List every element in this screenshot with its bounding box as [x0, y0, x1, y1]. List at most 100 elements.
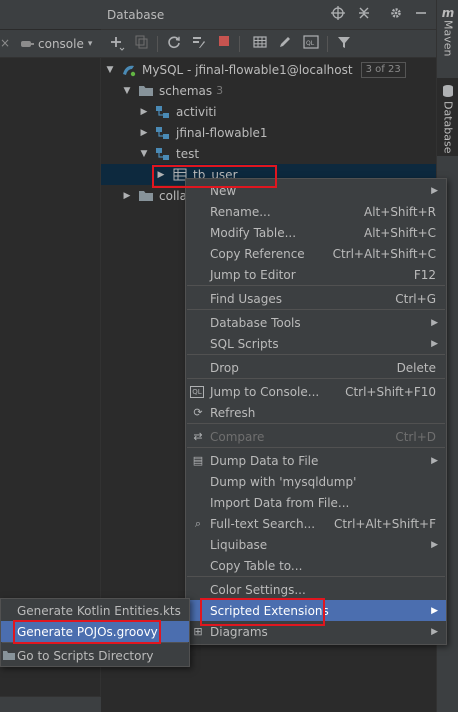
schema-label: jfinal-flowable1	[176, 125, 268, 140]
menu-item-drop[interactable]: Drop Delete	[186, 357, 446, 378]
menu-separator	[187, 309, 445, 310]
menu-item-import-data-from-file[interactable]: Import Data from File...	[186, 492, 446, 513]
maven-label: Maven	[441, 20, 455, 57]
menu-separator	[2, 642, 188, 643]
submenu-item-label: Go to Scripts Directory	[17, 648, 154, 663]
menu-item-diagrams[interactable]: ⊞ Diagrams ▶	[186, 621, 446, 642]
gear-icon[interactable]	[387, 6, 405, 24]
console-icon: QL	[190, 385, 204, 398]
submenu-item-generate-kotlin-entities[interactable]: Generate Kotlin Entities.kts	[1, 600, 189, 621]
copy-icon[interactable]	[133, 35, 151, 53]
menu-item-dump-data-to-file[interactable]: ▤ Dump Data to File ▶	[186, 450, 446, 471]
menu-item-label: Compare	[210, 429, 265, 444]
crosshair-icon[interactable]	[329, 6, 347, 24]
submenu-item-generate-pojos[interactable]: Generate POJOs.groovy	[1, 621, 189, 642]
console-icon[interactable]: QL	[302, 35, 320, 53]
menu-item-refresh[interactable]: ⟳ Refresh	[186, 402, 446, 423]
menu-item-dump-with-mysqldump[interactable]: Dump with 'mysqldump'	[186, 471, 446, 492]
tree-row-datasource[interactable]: ▼ MySQL - jfinal-flowable1@localhost 3 o…	[101, 59, 436, 80]
chevron-right-icon[interactable]: ▶	[139, 128, 149, 138]
menu-item-shortcut: Delete	[396, 360, 436, 375]
add-icon[interactable]	[108, 35, 126, 53]
menu-item-shortcut: Ctrl+D	[395, 429, 436, 444]
submenu-item-label: Generate Kotlin Entities.kts	[17, 603, 181, 618]
toolbar-separator	[157, 36, 158, 52]
menu-item-jump-to-console[interactable]: QL Jump to Console... Ctrl+Shift+F10	[186, 381, 446, 402]
menu-item-full-text-search[interactable]: ⌕ Full-text Search... Ctrl+Alt+Shift+F	[186, 513, 446, 534]
menu-item-shortcut: F12	[413, 267, 436, 282]
menu-item-shortcut: Ctrl+Alt+Shift+F	[334, 516, 436, 531]
context-menu: New ▶ Rename... Alt+Shift+R Modify Table... A…	[185, 178, 447, 645]
hide-icon[interactable]	[412, 6, 430, 24]
stop-icon[interactable]	[215, 35, 233, 53]
chevron-down-icon[interactable]: ▼	[122, 86, 132, 96]
menu-separator	[187, 285, 445, 286]
dump-icon: ▤	[192, 454, 204, 467]
menu-item-label: Dump Data to File	[210, 453, 319, 468]
tree-row-schema-jfinal[interactable]: ▶ jfinal-flowable1	[101, 122, 436, 143]
collapse-icon[interactable]	[355, 6, 373, 24]
menu-item-sql-scripts[interactable]: SQL Scripts ▶	[186, 333, 446, 354]
chevron-right-icon: ▶	[431, 185, 438, 196]
database-cylinder-icon	[442, 84, 454, 101]
chevron-down-icon: ▾	[87, 39, 93, 49]
tree-row-schema-test[interactable]: ▼ test	[101, 143, 436, 164]
scripted-extensions-submenu: Generate Kotlin Entities.kts Generate POJ…	[0, 598, 190, 667]
menu-item-copy-table-to[interactable]: Copy Table to...	[186, 555, 446, 576]
search-icon: ⌕	[194, 516, 202, 530]
table-icon[interactable]	[251, 35, 269, 53]
menu-item-rename[interactable]: Rename... Alt+Shift+R	[186, 201, 446, 222]
tree-row-schemas[interactable]: ▼ schemas 3	[101, 80, 436, 101]
menu-item-label: Diagrams	[210, 624, 268, 639]
chevron-down-icon[interactable]: ▼	[105, 65, 115, 75]
menu-item-label: Dump with 'mysqldump'	[210, 474, 357, 489]
refresh-icon[interactable]	[165, 35, 183, 53]
edit-icon[interactable]	[276, 35, 294, 53]
filter-icon[interactable]	[335, 35, 353, 53]
editor-tabs-bar	[0, 0, 101, 30]
schema-icon	[155, 105, 171, 119]
schemas-count: 3	[216, 84, 224, 97]
refresh-icon: ⟳	[193, 406, 203, 419]
menu-item-new[interactable]: New ▶	[186, 180, 446, 201]
menu-item-database-tools[interactable]: Database Tools ▶	[186, 312, 446, 333]
menu-item-modify-table[interactable]: Modify Table... Alt+Shift+C	[186, 222, 446, 243]
toolbar-separator	[327, 36, 328, 52]
menu-item-find-usages[interactable]: Find Usages Ctrl+G	[186, 288, 446, 309]
close-tab-icon[interactable]: ×	[0, 36, 10, 50]
chevron-right-icon[interactable]: ▶	[139, 107, 149, 117]
schema-label: activiti	[176, 104, 217, 119]
chevron-right-icon: ▶	[431, 317, 438, 328]
menu-item-label: SQL Scripts	[210, 336, 279, 351]
menu-item-label: Copy Reference	[210, 246, 305, 261]
menu-item-copy-reference[interactable]: Copy Reference Ctrl+Alt+Shift+C	[186, 243, 446, 264]
console-selector[interactable]: console ▾	[20, 36, 92, 52]
submenu-item-label: Generate POJOs.groovy	[17, 624, 158, 639]
menu-item-shortcut: Ctrl+Shift+F10	[345, 384, 436, 399]
menu-item-shortcut: Alt+Shift+R	[364, 204, 436, 219]
menu-item-scripted-extensions[interactable]: Scripted Extensions ▶	[186, 600, 446, 621]
menu-item-label: Full-text Search...	[210, 516, 316, 531]
tab-database[interactable]: Database	[437, 78, 458, 156]
schema-count-badge: 3 of 23	[360, 61, 406, 78]
menu-item-color-settings[interactable]: Color Settings...	[186, 579, 446, 600]
menu-item-shortcut: Ctrl+G	[395, 291, 436, 306]
schema-icon	[155, 147, 171, 161]
chevron-right-icon[interactable]: ▶	[122, 191, 132, 201]
schema-label: test	[176, 146, 200, 161]
chevron-right-icon: ▶	[431, 605, 438, 616]
menu-item-label: Modify Table...	[210, 225, 297, 240]
chevron-down-icon[interactable]: ▼	[139, 149, 149, 159]
compare-icon: ⇄	[193, 430, 203, 443]
menu-item-label: Color Settings...	[210, 582, 306, 597]
menu-item-liquibase[interactable]: Liquibase ▶	[186, 534, 446, 555]
wrench-icon[interactable]	[190, 35, 208, 53]
submenu-item-go-to-scripts-directory[interactable]: Go to Scripts Directory	[1, 645, 189, 666]
tab-maven[interactable]: m Maven	[437, 6, 458, 56]
chevron-right-icon[interactable]: ▶	[156, 170, 166, 180]
tree-row-schema-activiti[interactable]: ▶ activiti	[101, 101, 436, 122]
chevron-right-icon: ▶	[431, 539, 438, 550]
menu-item-compare[interactable]: ⇄ Compare Ctrl+D	[186, 426, 446, 447]
menu-item-jump-to-editor[interactable]: Jump to Editor F12	[186, 264, 446, 285]
database-toolbar: QL	[101, 30, 436, 58]
